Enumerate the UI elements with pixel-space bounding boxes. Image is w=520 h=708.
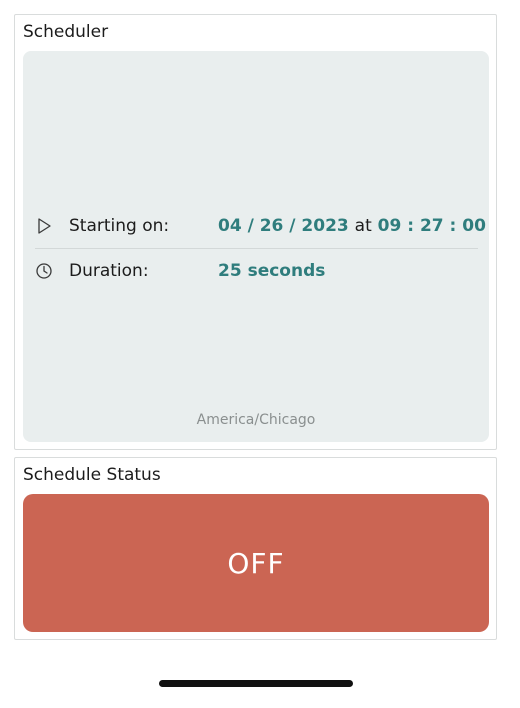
schedule-status-title: Schedule Status	[23, 465, 161, 485]
start-date[interactable]: 04 / 26 / 2023	[218, 216, 349, 236]
timezone-label: America/Chicago	[196, 412, 316, 428]
play-outline-icon	[38, 218, 51, 234]
schedule-toggle-button[interactable]: OFF	[23, 494, 489, 632]
home-indicator[interactable]	[159, 680, 353, 687]
starting-on-label: Starting on:	[69, 216, 170, 236]
starting-on-row: Starting on: 04 / 26 / 2023 at 09 : 27 :…	[23, 208, 489, 244]
schedule-details: Starting on: 04 / 26 / 2023 at 09 : 27 :…	[23, 51, 489, 442]
at-word: at	[354, 216, 372, 236]
start-datetime[interactable]: 04 / 26 / 2023 at 09 : 27 : 00	[218, 216, 486, 236]
duration-value[interactable]: 25 seconds	[218, 261, 325, 281]
scheduler-panel: Scheduler Starting on: 04 / 26 / 2023 at…	[14, 14, 497, 450]
start-time[interactable]: 09 : 27 : 00	[378, 216, 486, 236]
clock-icon	[36, 263, 52, 279]
duration-label: Duration:	[69, 261, 149, 281]
scheduler-title: Scheduler	[23, 22, 109, 42]
row-divider	[35, 248, 478, 249]
schedule-status-panel: Schedule Status OFF	[14, 457, 497, 640]
duration-row: Duration: 25 seconds	[23, 253, 489, 289]
